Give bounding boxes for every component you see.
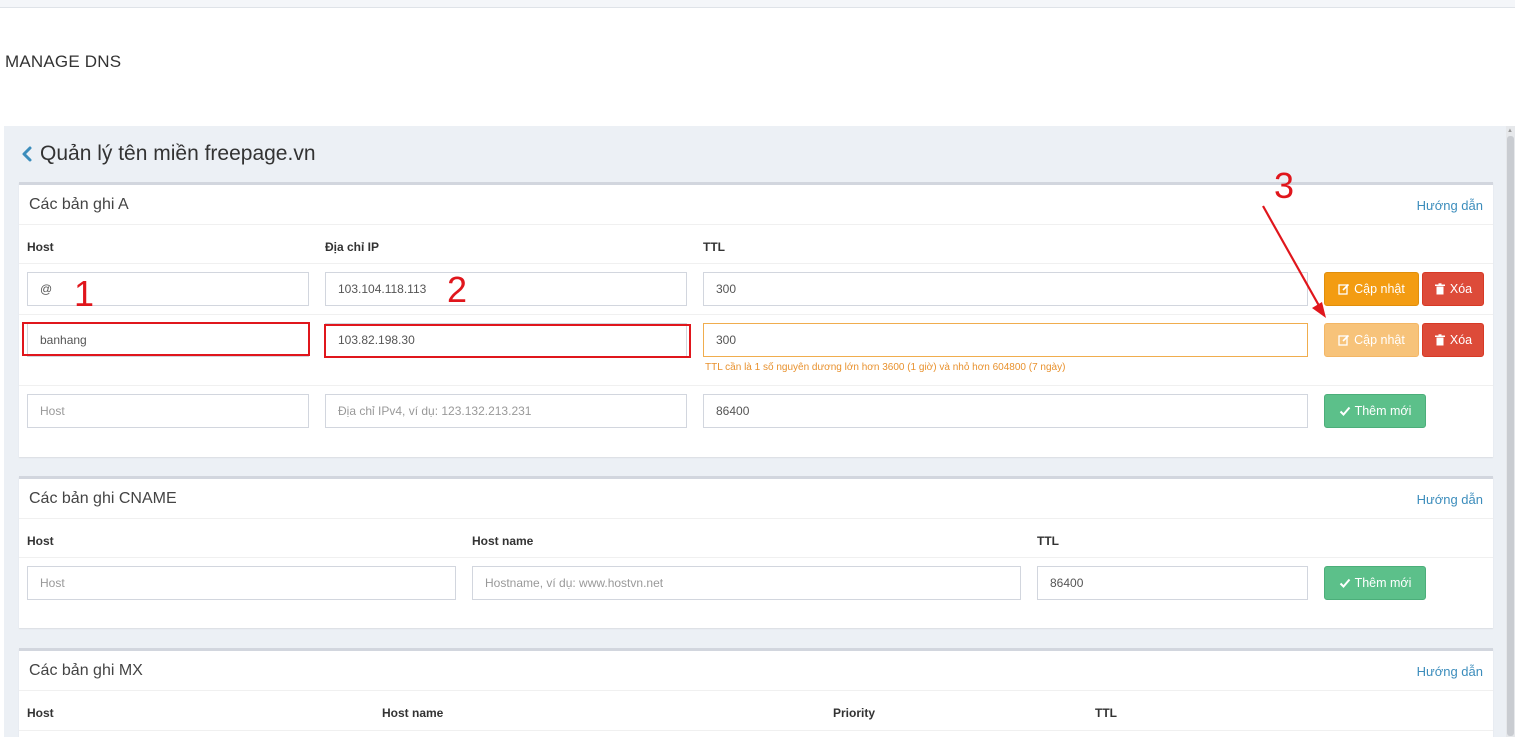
page-heading: Quản lý tên miền freepage.vn	[20, 142, 316, 166]
mx-records-title: Các bản ghi MX	[29, 662, 143, 679]
annotation-number-3: 3	[1274, 165, 1295, 206]
cname-records-guide-link[interactable]: Hướng dẫn	[1417, 492, 1483, 507]
annotation-number-1: 1	[74, 273, 95, 314]
trash-icon	[1434, 334, 1445, 346]
edit-icon	[1338, 283, 1350, 295]
page-title: Quản lý tên miền freepage.vn	[40, 142, 316, 165]
cname-new-host-input[interactable]: Host	[27, 566, 456, 600]
a-records-title: Các bản ghi A	[29, 196, 129, 213]
row-divider	[19, 385, 1493, 386]
annotation-number-2: 2	[447, 269, 468, 310]
mx-records-guide-link[interactable]: Hướng dẫn	[1417, 664, 1483, 679]
scroll-up-icon[interactable]: ▲	[1507, 128, 1513, 134]
delete-label: Xóa	[1449, 333, 1473, 347]
row-divider	[19, 314, 1493, 315]
col-head-host: Host	[27, 534, 54, 548]
edit-icon	[1338, 334, 1350, 346]
row-divider	[19, 730, 1493, 731]
col-head-ttl: TTL	[703, 240, 725, 254]
cname-add-button[interactable]: Thêm mới	[1324, 566, 1426, 600]
update-label: Cập nhật	[1354, 282, 1405, 296]
a-records-panel: Các bản ghi A Hướng dẫn Host Địa chỉ IP …	[19, 182, 1493, 457]
mx-records-panel: Các bản ghi MX Hướng dẫn Host Host name …	[19, 648, 1493, 737]
top-strip	[0, 0, 1515, 8]
a-row2-ttl-input[interactable]: 300	[703, 323, 1308, 357]
vertical-scrollbar[interactable]: ▲	[1506, 126, 1515, 737]
a-row2-ip-input[interactable]: 103.82.198.30	[325, 323, 687, 357]
a-row2-delete-button[interactable]: Xóa	[1422, 323, 1484, 357]
cname-records-panel: Các bản ghi CNAME Hướng dẫn Host Host na…	[19, 476, 1493, 628]
col-head-host: Host	[27, 240, 54, 254]
a-new-host-input[interactable]: Host	[27, 394, 309, 428]
a-new-ip-input[interactable]: Địa chỉ IPv4, ví dụ: 123.132.213.231	[325, 394, 687, 428]
col-head-hostname: Host name	[472, 534, 534, 548]
content-area: Quản lý tên miền freepage.vn Các bản ghi…	[4, 126, 1515, 737]
update-label: Cập nhật	[1354, 333, 1405, 347]
ttl-error-message: TTL cần là 1 số nguyên dương lớn hơn 360…	[705, 362, 1066, 373]
row-divider	[19, 557, 1493, 558]
chevron-left-icon[interactable]	[20, 144, 34, 164]
row-divider	[19, 263, 1493, 264]
a-add-button[interactable]: Thêm mới	[1324, 394, 1426, 428]
col-head-ip: Địa chỉ IP	[325, 240, 380, 254]
a-row1-ip-input[interactable]: 103.104.118.113	[325, 272, 687, 306]
a-row2-update-button[interactable]: Cập nhật	[1324, 323, 1419, 357]
add-label: Thêm mới	[1354, 576, 1412, 590]
mx-records-header: Các bản ghi MX Hướng dẫn	[19, 651, 1493, 691]
check-icon	[1339, 406, 1350, 416]
a-row1-delete-button[interactable]: Xóa	[1422, 272, 1484, 306]
col-head-ttl: TTL	[1095, 706, 1117, 720]
delete-label: Xóa	[1449, 282, 1473, 296]
a-records-header: Các bản ghi A Hướng dẫn	[19, 185, 1493, 225]
a-records-guide-link[interactable]: Hướng dẫn	[1417, 198, 1483, 213]
col-head-ttl: TTL	[1037, 534, 1059, 548]
app-title: MANAGE DNS	[5, 52, 122, 71]
a-row1-ttl-input[interactable]: 300	[703, 272, 1308, 306]
a-new-ttl-input[interactable]: 86400	[703, 394, 1308, 428]
a-row1-update-button[interactable]: Cập nhật	[1324, 272, 1419, 306]
scrollbar-thumb[interactable]	[1507, 136, 1514, 736]
cname-new-ttl-input[interactable]: 86400	[1037, 566, 1308, 600]
trash-icon	[1434, 283, 1445, 295]
add-label: Thêm mới	[1354, 404, 1412, 418]
cname-new-hostname-input[interactable]: Hostname, ví dụ: www.hostvn.net	[472, 566, 1021, 600]
a-row2-host-input[interactable]: banhang	[27, 323, 309, 357]
cname-records-header: Các bản ghi CNAME Hướng dẫn	[19, 479, 1493, 519]
col-head-host: Host	[27, 706, 54, 720]
cname-records-title: Các bản ghi CNAME	[29, 490, 177, 507]
col-head-priority: Priority	[833, 706, 876, 720]
a-row1-host-input[interactable]: @	[27, 272, 309, 306]
check-icon	[1339, 578, 1350, 588]
col-head-hostname: Host name	[382, 706, 444, 720]
